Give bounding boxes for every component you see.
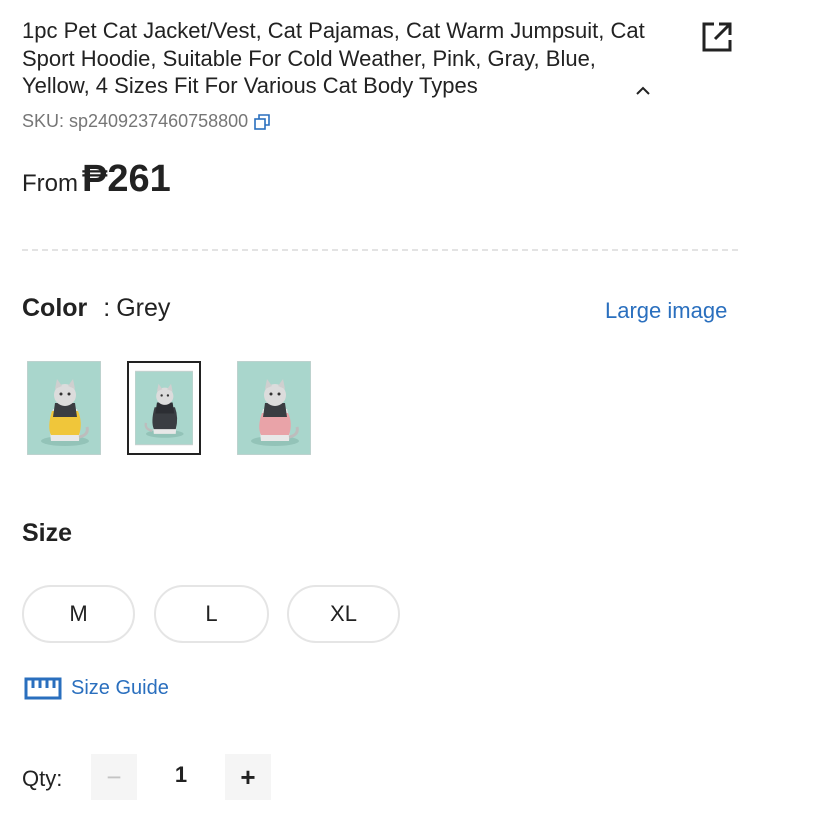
- chevron-up-icon[interactable]: [634, 83, 652, 97]
- color-row: Color : Grey: [22, 294, 170, 323]
- quantity-label: Qty:: [22, 766, 63, 791]
- increase-quantity-button[interactable]: +: [225, 754, 271, 800]
- size-option-xl[interactable]: XL: [287, 585, 400, 643]
- size-option-l[interactable]: L: [154, 585, 269, 643]
- color-swatch-grey[interactable]: [127, 361, 201, 455]
- size-guide-text: Size Guide: [71, 676, 169, 699]
- cat-jacket-image: [27, 361, 101, 455]
- size-option-m[interactable]: M: [22, 585, 135, 643]
- color-swatch-pink[interactable]: [237, 361, 311, 455]
- copy-icon[interactable]: [253, 113, 271, 131]
- price-row: From ₱261: [22, 158, 171, 201]
- size-label: Size: [22, 519, 73, 547]
- ruler-icon: [24, 677, 62, 700]
- cat-jacket-image: [237, 361, 311, 455]
- color-separator: :: [103, 294, 111, 322]
- selected-color: Grey: [116, 294, 171, 322]
- sku-text: SKU: sp2409237460758800: [22, 111, 249, 131]
- color-swatch-yellow[interactable]: [27, 361, 101, 455]
- share-icon[interactable]: [701, 21, 733, 53]
- size-guide-link[interactable]: Size Guide: [24, 676, 169, 700]
- divider: [22, 249, 738, 251]
- decrease-quantity-button[interactable]: −: [91, 754, 137, 800]
- quantity-stepper: − 1 +: [91, 754, 271, 800]
- cat-jacket-image: [135, 370, 193, 446]
- large-image-link[interactable]: Large image: [605, 298, 727, 324]
- quantity-value[interactable]: 1: [137, 754, 225, 800]
- product-title: 1pc Pet Cat Jacket/Vest, Cat Pajamas, Ca…: [22, 18, 645, 98]
- sku-row: SKU: sp2409237460758800: [22, 111, 271, 132]
- color-label: Color: [22, 294, 88, 322]
- price-prefix: From: [22, 170, 78, 197]
- price-amount: ₱261: [82, 158, 171, 200]
